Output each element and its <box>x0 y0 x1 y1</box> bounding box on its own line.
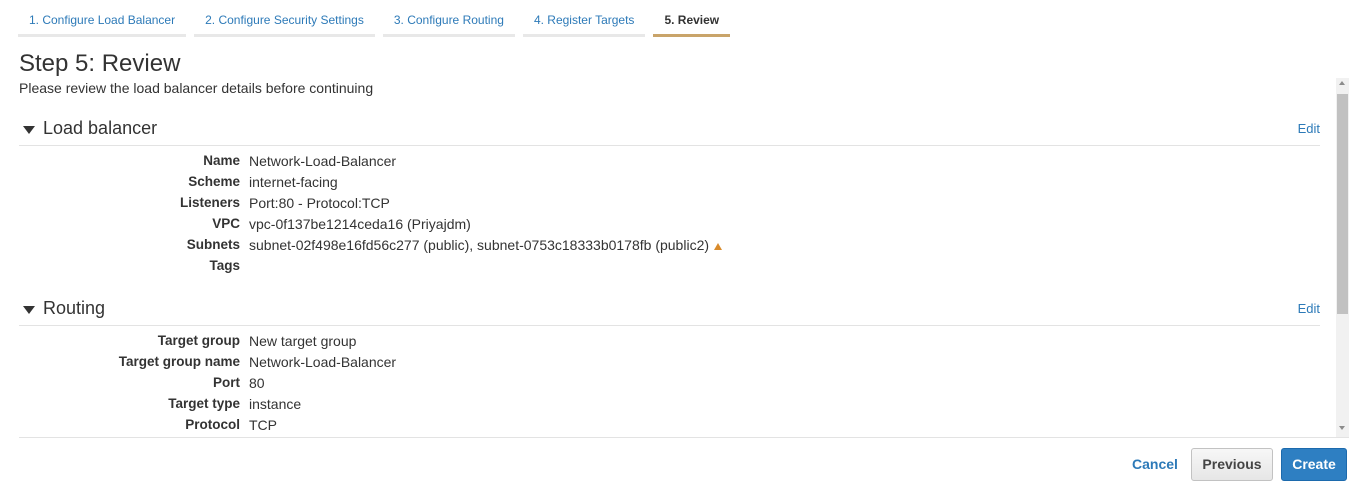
scroll-down-arrow-icon[interactable] <box>1339 426 1345 430</box>
edit-routing-link[interactable]: Edit <box>1298 301 1320 316</box>
subnets-text: subnet-02f498e16fd56c277 (public), subne… <box>249 237 710 253</box>
detail-value: vpc-0f137be1214ceda16 (Priyajdm) <box>249 216 471 232</box>
detail-row-tags: Tags <box>0 256 1338 276</box>
warning-triangle-icon[interactable] <box>714 243 723 250</box>
detail-value: Network-Load-Balancer <box>249 153 397 169</box>
load-balancer-section-header[interactable]: Load balancer Edit <box>19 116 1320 146</box>
caret-down-icon[interactable] <box>23 126 35 134</box>
detail-label: Target type <box>168 396 240 411</box>
detail-label: Protocol <box>185 417 240 432</box>
detail-row-listeners: Listeners Port:80 - Protocol:TCP <box>0 193 1338 213</box>
page-subtitle: Please review the load balancer details … <box>19 80 374 96</box>
cancel-button[interactable]: Cancel <box>1125 448 1185 480</box>
caret-down-icon[interactable] <box>23 306 35 314</box>
tab-register-targets[interactable]: 4. Register Targets <box>522 8 646 37</box>
detail-row-subnets: Subnets subnet-02f498e16fd56c277 (public… <box>0 235 1338 255</box>
detail-value: subnet-02f498e16fd56c277 (public), subne… <box>249 235 723 255</box>
detail-value: TCP <box>249 417 277 433</box>
detail-label: Target group name <box>118 354 240 369</box>
detail-label: Listeners <box>179 195 240 210</box>
detail-value: Port:80 - Protocol:TCP <box>249 195 390 211</box>
scroll-up-arrow-icon[interactable] <box>1339 81 1345 85</box>
tab-configure-load-balancer[interactable]: 1. Configure Load Balancer <box>18 8 187 37</box>
routing-section: Routing Edit Target group New target gro… <box>0 296 1338 437</box>
routing-section-header[interactable]: Routing Edit <box>19 296 1320 326</box>
tab-review[interactable]: 5. Review <box>653 8 731 37</box>
section-title: Routing <box>43 298 106 318</box>
tab-configure-routing[interactable]: 3. Configure Routing <box>382 8 515 37</box>
detail-row-name: Name Network-Load-Balancer <box>0 151 1338 171</box>
section-title: Load balancer <box>43 118 158 138</box>
create-button[interactable]: Create <box>1281 448 1347 481</box>
scrollbar-thumb[interactable] <box>1337 94 1348 314</box>
tab-configure-security-settings[interactable]: 2. Configure Security Settings <box>194 8 375 37</box>
load-balancer-section: Load balancer Edit Name Network-Load-Bal… <box>0 116 1338 291</box>
detail-label: Scheme <box>188 174 240 189</box>
detail-label: Tags <box>209 258 240 273</box>
detail-row-scheme: Scheme internet-facing <box>0 172 1338 192</box>
page-title: Step 5: Review <box>19 50 181 77</box>
previous-button[interactable]: Previous <box>1191 448 1273 481</box>
detail-value: Network-Load-Balancer <box>249 354 397 370</box>
detail-label: VPC <box>212 216 240 231</box>
detail-value: instance <box>249 396 302 412</box>
review-content: Load balancer Edit Name Network-Load-Bal… <box>0 98 1338 437</box>
detail-row-vpc: VPC vpc-0f137be1214ceda16 (Priyajdm) <box>0 214 1338 234</box>
detail-row-protocol: Protocol TCP <box>0 415 1338 435</box>
detail-row-port: Port 80 <box>0 373 1338 393</box>
detail-row-target-group-name: Target group name Network-Load-Balancer <box>0 352 1338 372</box>
vertical-scrollbar[interactable] <box>1336 78 1349 437</box>
wizard-steps: 1. Configure Load Balancer 2. Configure … <box>18 8 738 38</box>
detail-value: internet-facing <box>249 174 338 190</box>
detail-label: Port <box>213 375 240 390</box>
detail-label: Subnets <box>186 237 240 252</box>
detail-label: Name <box>203 153 240 168</box>
detail-value: 80 <box>249 375 265 391</box>
detail-value: New target group <box>249 333 357 349</box>
detail-label: Target group <box>157 333 240 348</box>
edit-load-balancer-link[interactable]: Edit <box>1298 121 1320 136</box>
detail-row-target-type: Target type instance <box>0 394 1338 414</box>
detail-row-target-group: Target group New target group <box>0 331 1338 351</box>
footer-divider <box>19 437 1349 438</box>
